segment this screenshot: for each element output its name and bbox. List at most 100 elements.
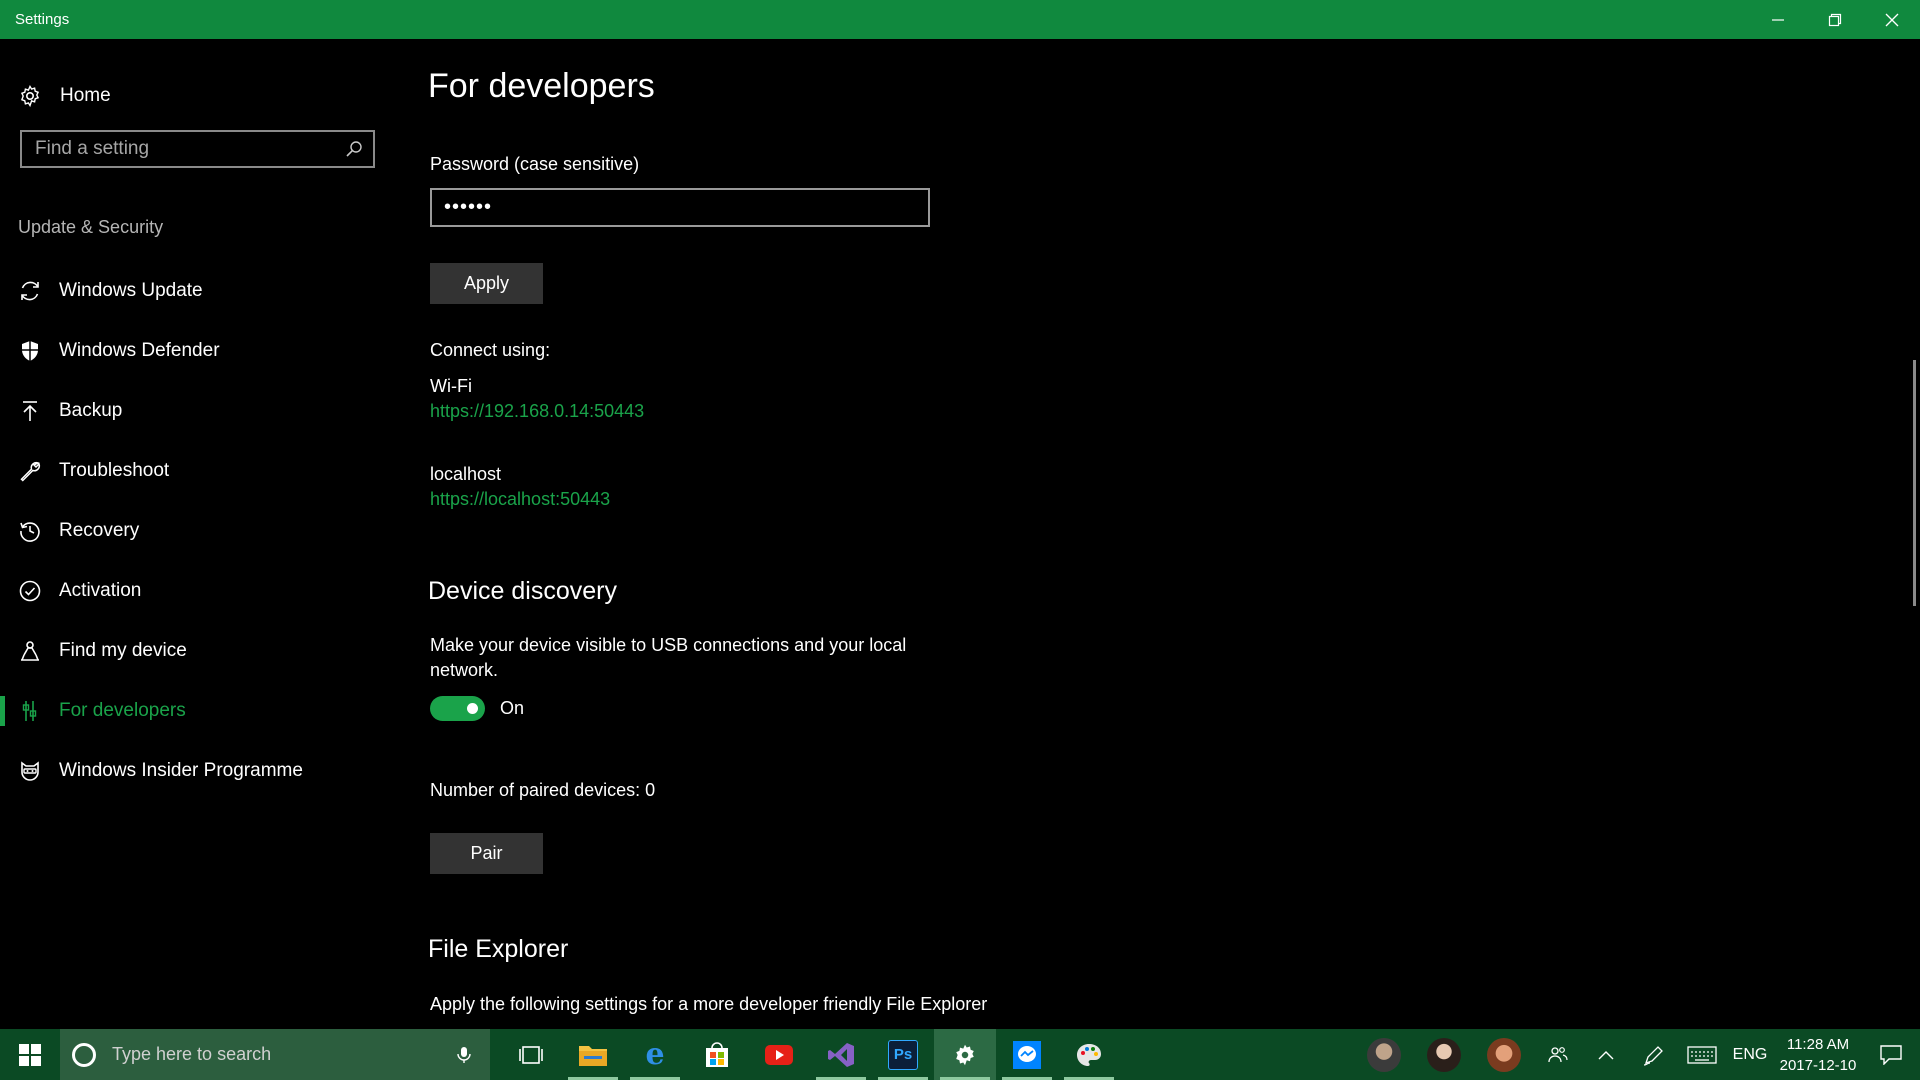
wrench-icon [18, 459, 42, 483]
window-controls [1749, 0, 1920, 39]
check-circle-icon [18, 579, 42, 603]
close-button[interactable] [1863, 0, 1920, 39]
password-box [430, 188, 930, 227]
window-title: Settings [15, 11, 70, 28]
cortana-icon[interactable] [72, 1042, 96, 1067]
ninja-cat-icon [18, 759, 42, 783]
localhost-label: localhost [430, 464, 502, 484]
toggle-state-label: On [500, 698, 525, 718]
taskbar-app-store[interactable] [686, 1029, 748, 1080]
gear-icon [20, 85, 40, 108]
contact-avatar-3[interactable] [1487, 1037, 1521, 1072]
taskbar-apps: e Ps [500, 1029, 1120, 1080]
microphone-icon[interactable] [454, 1045, 474, 1065]
chevron-up-icon[interactable] [1582, 1029, 1630, 1080]
clock-time: 11:28 AM [1786, 1035, 1850, 1053]
keyboard-icon[interactable] [1678, 1029, 1726, 1080]
pair-button[interactable]: Pair [430, 833, 543, 874]
upload-icon [18, 399, 42, 423]
section-label: Update & Security [18, 217, 164, 237]
search-icon[interactable] [345, 140, 363, 158]
connect-using-label: Connect using: [430, 340, 551, 360]
pen-icon[interactable] [1630, 1029, 1678, 1080]
messenger-icon [1013, 1040, 1041, 1069]
notification-icon [1880, 1044, 1902, 1065]
contact-avatar-1[interactable] [1367, 1037, 1401, 1072]
sidebar-item-label: Windows Insider Programme [59, 760, 303, 781]
localhost-url-link[interactable]: https://localhost:50443 [430, 489, 610, 510]
vertical-scrollbar[interactable] [1913, 360, 1916, 606]
taskbar-app-settings[interactable] [934, 1029, 996, 1080]
sidebar-item-label: Activation [59, 580, 142, 601]
taskbar-app-paint[interactable] [1058, 1029, 1120, 1080]
wifi-label: Wi-Fi [430, 376, 472, 396]
visual-studio-icon [828, 1042, 854, 1067]
taskbar: e Ps [0, 1029, 1920, 1080]
title-bar: Settings [0, 0, 1920, 39]
task-view-icon [519, 1045, 543, 1064]
windows-logo-icon [19, 1043, 41, 1066]
photoshop-icon: Ps [888, 1039, 918, 1070]
sidebar-item-activation[interactable]: Activation [0, 561, 400, 621]
sidebar: Home Update & Security Windows Update Wi… [0, 39, 400, 1029]
file-explorer-heading: File Explorer [428, 935, 569, 963]
contact-avatar-2[interactable] [1427, 1037, 1461, 1072]
password-label: Password (case sensitive) [430, 154, 640, 174]
sidebar-item-windows-update[interactable]: Windows Update [0, 261, 400, 321]
sidebar-item-windows-insider-programme[interactable]: Windows Insider Programme [0, 741, 400, 801]
sidebar-item-for-developers[interactable]: For developers [0, 681, 400, 741]
sidebar-item-label: Recovery [59, 520, 140, 541]
device-discovery-heading: Device discovery [428, 577, 617, 605]
action-center-button[interactable] [1862, 1029, 1920, 1080]
task-view-button[interactable] [500, 1029, 562, 1080]
taskbar-app-visual-studio[interactable] [810, 1029, 872, 1080]
sidebar-item-recovery[interactable]: Recovery [0, 501, 400, 561]
taskbar-app-youtube[interactable] [748, 1029, 810, 1080]
main-content: For developers Password (case sensitive)… [428, 39, 1908, 1029]
store-icon [706, 1041, 728, 1067]
start-button[interactable] [0, 1029, 60, 1080]
settings-gear-icon [956, 1044, 974, 1065]
sidebar-item-troubleshoot[interactable]: Troubleshoot [0, 441, 400, 501]
sidebar-item-label: Find my device [59, 640, 187, 661]
taskbar-app-file-explorer[interactable] [562, 1029, 624, 1080]
taskbar-app-messenger[interactable] [996, 1029, 1058, 1080]
device-discovery-toggle[interactable] [430, 696, 485, 721]
wifi-url-link[interactable]: https://192.168.0.14:50443 [430, 401, 644, 422]
taskbar-search-input[interactable] [110, 1043, 454, 1066]
sidebar-item-label: Backup [59, 400, 123, 421]
page-title: For developers [428, 67, 655, 105]
edge-icon: e [645, 1037, 665, 1072]
apply-button[interactable]: Apply [430, 263, 543, 304]
youtube-icon [765, 1044, 793, 1065]
taskbar-search-box [60, 1029, 490, 1080]
paired-devices-count: Number of paired devices: 0 [430, 780, 656, 800]
developer-tools-icon [18, 699, 42, 723]
people-icon[interactable] [1534, 1029, 1582, 1080]
settings-search-input[interactable] [22, 137, 345, 161]
taskbar-app-edge[interactable]: e [624, 1029, 686, 1080]
taskbar-app-photoshop[interactable]: Ps [872, 1029, 934, 1080]
home-label: Home [60, 85, 111, 106]
minimize-button[interactable] [1749, 0, 1806, 39]
sidebar-item-find-my-device[interactable]: Find my device [0, 621, 400, 681]
close-icon [1885, 13, 1898, 26]
system-tray: ENG 11:28 AM 2017-12-10 [1354, 1029, 1920, 1080]
restore-button[interactable] [1806, 0, 1863, 39]
clock[interactable]: 11:28 AM 2017-12-10 [1774, 1034, 1862, 1076]
sidebar-item-windows-defender[interactable]: Windows Defender [0, 321, 400, 381]
sidebar-item-label: Windows Update [59, 280, 203, 301]
history-icon [18, 519, 42, 543]
clock-date: 2017-12-10 [1779, 1056, 1857, 1074]
home-link[interactable]: Home [18, 79, 111, 113]
paint-palette-icon [1077, 1043, 1101, 1066]
sidebar-item-backup[interactable]: Backup [0, 381, 400, 441]
language-indicator[interactable]: ENG [1726, 1029, 1774, 1080]
shield-icon [18, 339, 42, 363]
refresh-icon [18, 279, 42, 303]
settings-search-box [20, 130, 375, 168]
password-field[interactable] [432, 190, 928, 225]
toggle-knob [467, 703, 478, 714]
sidebar-item-label: Troubleshoot [59, 460, 170, 481]
restore-icon [1828, 13, 1841, 26]
